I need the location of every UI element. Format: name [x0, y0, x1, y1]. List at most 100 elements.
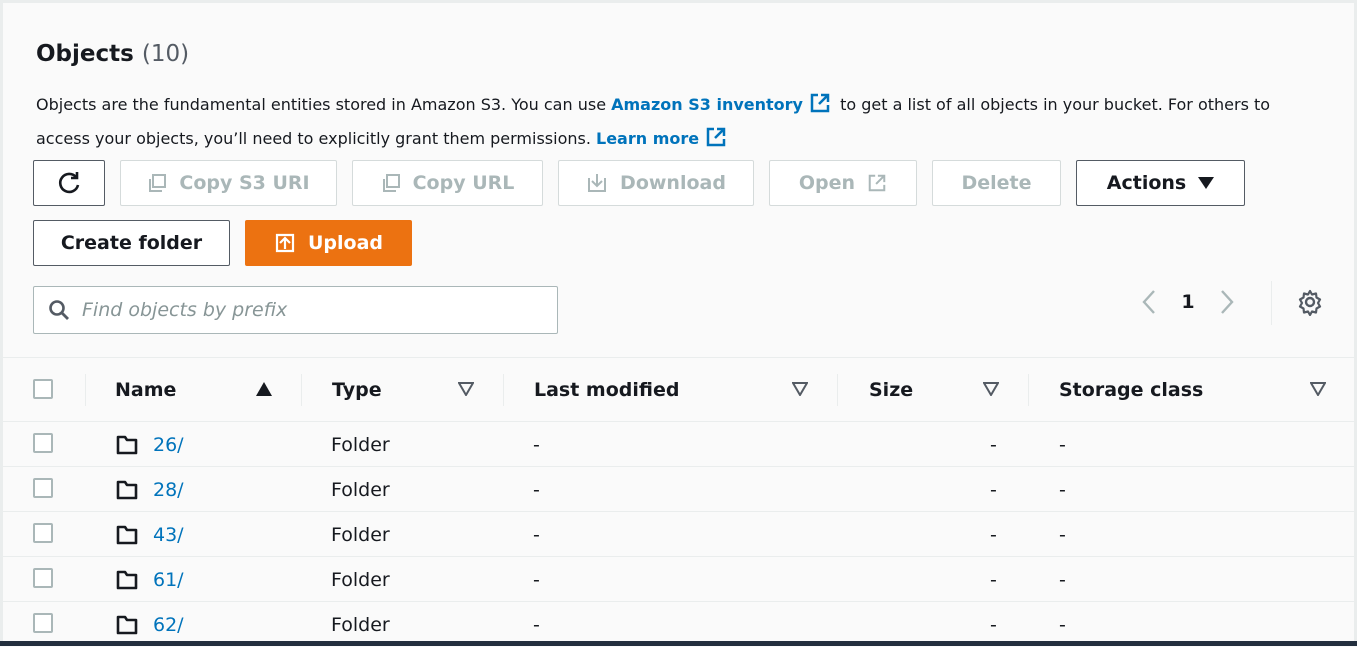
upload-button[interactable]: Upload: [245, 220, 412, 266]
object-last-modified: -: [533, 568, 540, 591]
sort-icon[interactable]: [458, 382, 474, 396]
column-size-label: Size: [869, 378, 914, 401]
external-link-icon[interactable]: [705, 126, 727, 158]
folder-icon: [116, 435, 138, 455]
open-button[interactable]: Open: [769, 160, 917, 206]
row-checkbox[interactable]: [33, 523, 53, 543]
object-size: -: [990, 568, 997, 591]
download-icon: [588, 174, 607, 192]
sort-icon[interactable]: [1310, 382, 1326, 396]
external-link-icon: [868, 174, 886, 192]
chevron-left-icon[interactable]: [1140, 289, 1160, 315]
upload-icon: [275, 233, 295, 253]
column-divider: [301, 374, 302, 406]
upload-label: Upload: [307, 232, 384, 254]
column-name-label: Name: [115, 378, 177, 401]
sort-icon[interactable]: [983, 382, 999, 396]
row-checkbox[interactable]: [33, 433, 53, 453]
download-button[interactable]: Download: [558, 160, 754, 206]
copy-s3-uri-label: Copy S3 URI: [179, 172, 310, 194]
object-name-link[interactable]: 62/: [153, 614, 184, 636]
folder-icon: [116, 525, 138, 545]
object-size: -: [990, 478, 997, 501]
object-name-link[interactable]: 28/: [153, 479, 184, 501]
column-last-modified-label: Last modified: [534, 378, 680, 401]
object-name-link[interactable]: 26/: [153, 434, 184, 456]
description: Objects are the fundamental entities sto…: [36, 90, 1326, 158]
actions-button[interactable]: Actions: [1076, 160, 1245, 206]
folder-icon: [116, 570, 138, 590]
page-title: Objects (10): [36, 41, 189, 67]
column-divider: [837, 374, 838, 406]
object-count: (10): [141, 41, 190, 67]
folder-icon: [116, 615, 138, 635]
actions-label: Actions: [1106, 172, 1187, 194]
preferences-button[interactable]: [1296, 288, 1324, 320]
delete-button[interactable]: Delete: [932, 160, 1061, 206]
object-storage-class: -: [1059, 433, 1066, 456]
column-storage-class-label: Storage class: [1059, 378, 1204, 401]
column-divider: [1028, 374, 1029, 406]
object-storage-class: -: [1059, 478, 1066, 501]
object-type: Folder: [331, 568, 390, 591]
object-type: Folder: [331, 523, 390, 546]
table-row[interactable]: 28/ Folder - - -: [3, 467, 1354, 512]
table-row[interactable]: 26/ Folder - - -: [3, 422, 1354, 467]
refresh-button[interactable]: [33, 160, 105, 206]
row-checkbox[interactable]: [33, 568, 53, 588]
chevron-right-icon[interactable]: [1216, 289, 1236, 315]
object-name-link[interactable]: 43/: [153, 524, 184, 546]
object-size: -: [990, 523, 997, 546]
delete-label: Delete: [961, 172, 1032, 194]
column-divider: [85, 374, 86, 406]
external-link-icon[interactable]: [809, 92, 831, 124]
create-folder-button[interactable]: Create folder: [33, 220, 230, 266]
select-all-checkbox[interactable]: [33, 379, 53, 399]
row-checkbox[interactable]: [33, 613, 53, 633]
column-header-storage-class[interactable]: Storage class: [1059, 358, 1203, 421]
column-header-last-modified[interactable]: Last modified: [534, 358, 679, 421]
copy-url-label: Copy URL: [412, 172, 515, 194]
refresh-icon: [58, 172, 80, 194]
title-text: Objects: [36, 41, 134, 67]
bottom-bar: [0, 641, 1357, 646]
sort-icon[interactable]: [792, 382, 808, 396]
column-header-type[interactable]: Type: [332, 358, 382, 421]
caret-down-icon: [1198, 177, 1215, 189]
pager-divider: [1271, 281, 1272, 325]
open-label: Open: [798, 172, 856, 194]
table-row[interactable]: 61/ Folder - - -: [3, 557, 1354, 602]
copy-url-button[interactable]: Copy URL: [352, 160, 543, 206]
object-size: -: [990, 433, 997, 456]
download-label: Download: [620, 172, 726, 194]
learn-more-link[interactable]: Learn more: [596, 129, 699, 148]
object-storage-class: -: [1059, 568, 1066, 591]
object-last-modified: -: [533, 478, 540, 501]
gear-icon: [1298, 289, 1322, 317]
table-header: Name Type Last modified Size Storage cla…: [3, 358, 1354, 422]
desc-text-1: Objects are the fundamental entities sto…: [36, 95, 612, 114]
column-header-name[interactable]: Name: [115, 358, 176, 421]
objects-panel: Objects (10) Objects are the fundamental…: [0, 0, 1357, 646]
sort-ascending-icon[interactable]: [256, 382, 272, 396]
search-box[interactable]: [33, 286, 558, 334]
object-storage-class: -: [1059, 523, 1066, 546]
row-checkbox[interactable]: [33, 478, 53, 498]
search-input[interactable]: [82, 299, 522, 321]
object-last-modified: -: [533, 523, 540, 546]
copy-s3-uri-button[interactable]: Copy S3 URI: [120, 160, 337, 206]
table-row[interactable]: 43/ Folder - - -: [3, 512, 1354, 557]
column-type-label: Type: [332, 378, 382, 401]
copy-icon: [382, 174, 400, 192]
copy-icon: [149, 174, 167, 192]
column-divider: [503, 374, 504, 406]
column-header-size[interactable]: Size: [869, 358, 913, 421]
object-type: Folder: [331, 433, 390, 456]
create-folder-label: Create folder: [60, 232, 203, 254]
s3-inventory-link[interactable]: Amazon S3 inventory: [611, 95, 803, 114]
object-name-link[interactable]: 61/: [153, 569, 184, 591]
pagination: 1: [1140, 281, 1272, 325]
page-number[interactable]: 1: [1160, 291, 1216, 313]
folder-icon: [116, 480, 138, 500]
object-type: Folder: [331, 478, 390, 501]
